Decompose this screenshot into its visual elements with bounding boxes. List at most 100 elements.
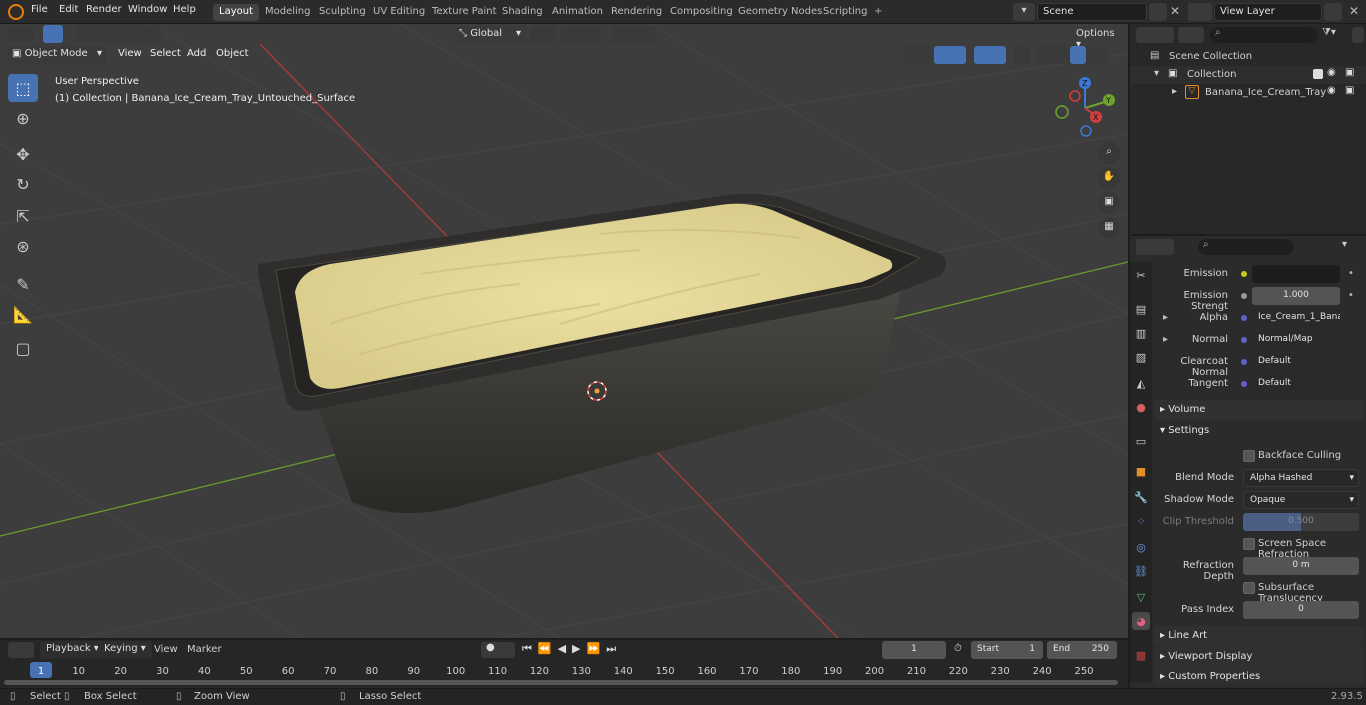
emission-color-field[interactable]	[1252, 265, 1340, 283]
shadow-mode-select[interactable]: Opaque ▾	[1243, 491, 1359, 509]
snap-icon[interactable]	[561, 26, 601, 44]
menu-select[interactable]: Select	[150, 48, 181, 59]
scene-field[interactable]: Scene	[1037, 3, 1147, 21]
eye-icon[interactable]: ◉	[1327, 85, 1336, 96]
playback-controls[interactable]: ⏮⏪◀▶⏩⏭	[522, 642, 630, 658]
tab-shading[interactable]: Shading	[496, 4, 549, 21]
transform-tool-icon[interactable]: ⊛	[8, 232, 38, 260]
render-tab-icon[interactable]: ▤	[1132, 300, 1150, 318]
line-art-panel-header[interactable]: ▸ Line Art	[1154, 626, 1364, 646]
scene-collection-row[interactable]: ▤ Scene Collection	[1130, 48, 1366, 66]
select-tool-icon[interactable]	[43, 25, 63, 43]
tab-scripting[interactable]: Scripting	[817, 4, 873, 21]
selection-mode-icon[interactable]	[77, 25, 161, 43]
cursor-tool-icon[interactable]: ⊕	[8, 104, 38, 132]
start-frame-field[interactable]: Start 1	[971, 641, 1043, 659]
timeline-scrollbar[interactable]	[4, 680, 1118, 685]
custom-properties-panel-header[interactable]: ▸ Custom Properties	[1154, 667, 1364, 685]
emission-strength-field[interactable]: 1.000	[1252, 287, 1340, 305]
socket-icon[interactable]	[1241, 381, 1247, 387]
tab-modeling[interactable]: Modeling	[259, 4, 317, 21]
current-frame-field[interactable]: 1	[882, 641, 946, 659]
viewport-display-panel-header[interactable]: ▸ Viewport Display	[1154, 647, 1364, 667]
timeline-view-menu[interactable]: View	[154, 644, 178, 655]
socket-icon[interactable]	[1241, 315, 1247, 321]
socket-icon[interactable]	[1241, 337, 1247, 343]
measure-tool-icon[interactable]: 📐	[8, 300, 38, 328]
properties-search-input[interactable]: ⌕	[1198, 239, 1294, 255]
constraints-tab-icon[interactable]: ⛓	[1132, 562, 1150, 580]
zoom-icon[interactable]: ⌕	[1098, 142, 1120, 164]
tab-compositing[interactable]: Compositing	[664, 4, 739, 21]
display-mode-icon[interactable]	[1178, 27, 1204, 43]
output-tab-icon[interactable]: ▥	[1132, 324, 1150, 342]
view-layer-tab-icon[interactable]: ▨	[1132, 348, 1150, 366]
collapse-icon[interactable]: ▾	[1154, 68, 1159, 79]
object-tab-icon[interactable]: ■	[1132, 462, 1150, 480]
filter-icon[interactable]: ⧩▾	[1322, 27, 1348, 43]
close-icon[interactable]: ✕	[1349, 4, 1359, 18]
editor-type-icon[interactable]	[8, 26, 34, 42]
menu-edit[interactable]: Edit	[59, 4, 78, 15]
overlay-toggle-icon[interactable]	[974, 46, 1006, 64]
select-box-tool-icon[interactable]: ⬚	[8, 74, 38, 102]
keyframe-dot-icon[interactable]: •	[1348, 268, 1354, 279]
keying-menu[interactable]: Keying ▾	[98, 641, 152, 659]
navigation-gizmo[interactable]: Z Y X	[1050, 76, 1120, 140]
menu-window[interactable]: Window	[128, 4, 167, 15]
collection-row[interactable]: ▾ ▣ Collection ◉ ▣	[1130, 66, 1366, 84]
expand-icon[interactable]: ▸	[1172, 86, 1177, 97]
view-layer-icon[interactable]	[1188, 3, 1212, 21]
scale-tool-icon[interactable]: ⇱	[8, 202, 38, 230]
material-tab-icon[interactable]: ◕	[1132, 612, 1150, 630]
world-tab-icon[interactable]: ●	[1132, 398, 1150, 416]
clip-threshold-slider[interactable]: 0.500	[1243, 513, 1359, 531]
outliner-search-input[interactable]: ⌕	[1210, 27, 1318, 43]
add-workspace-icon[interactable]: +	[868, 4, 888, 21]
material-preview-icon[interactable]	[1070, 46, 1086, 64]
annotate-tool-icon[interactable]: ✎	[8, 270, 38, 298]
object-row[interactable]: ▸ ▽ Banana_Ice_Cream_Tray ◉ ▣	[1130, 84, 1366, 102]
volume-panel-header[interactable]: ▸ Volume	[1154, 400, 1364, 420]
tool-tab-icon[interactable]: ✂	[1132, 266, 1150, 284]
menu-view[interactable]: View	[118, 48, 142, 59]
socket-icon[interactable]	[1241, 359, 1247, 365]
tab-geometry-nodes[interactable]: Geometry Nodes	[732, 4, 828, 21]
alpha-link-field[interactable]: Ice_Cream_1_Bana...	[1252, 309, 1340, 327]
tab-texture-paint[interactable]: Texture Paint	[426, 4, 503, 21]
options-button[interactable]: Options ▾	[1070, 26, 1128, 50]
grid-perspective-icon[interactable]: ▦	[1098, 217, 1120, 239]
tab-rendering[interactable]: Rendering	[605, 4, 668, 21]
new-collection-icon[interactable]	[1352, 27, 1364, 43]
move-tool-icon[interactable]: ✥	[8, 140, 38, 168]
marker-menu[interactable]: Marker	[187, 644, 222, 655]
outliner-editor-type-icon[interactable]	[1136, 27, 1174, 43]
scene-tab-icon[interactable]: ◭	[1132, 374, 1150, 392]
rotate-tool-icon[interactable]: ↻	[8, 170, 38, 198]
new-view-layer-icon[interactable]	[1324, 3, 1342, 21]
menu-object[interactable]: Object	[216, 48, 249, 59]
camera-render-icon[interactable]: ▣	[1345, 67, 1354, 78]
camera-icon[interactable]: ▣	[1098, 192, 1120, 214]
exclude-checkbox[interactable]	[1313, 69, 1323, 79]
pan-hand-icon[interactable]: ✋	[1098, 167, 1120, 189]
add-cube-tool-icon[interactable]: ▢	[8, 334, 38, 362]
transform-orientation-select[interactable]: ⤡ Global ▾	[455, 26, 525, 44]
menu-file[interactable]: File	[31, 4, 48, 15]
stopwatch-icon[interactable]: ⏱	[954, 643, 962, 654]
proportional-editing-icon[interactable]	[611, 26, 657, 44]
playback-menu[interactable]: Playback ▾	[40, 641, 105, 659]
clearcoat-normal-field[interactable]: Default	[1252, 353, 1340, 371]
refraction-depth-field[interactable]: 0 m	[1243, 557, 1359, 575]
settings-panel-header[interactable]: ▾ Settings	[1154, 421, 1364, 441]
tab-uv-editing[interactable]: UV Editing	[367, 4, 431, 21]
tangent-field[interactable]: Default	[1252, 375, 1340, 393]
record-icon[interactable]: ●	[481, 642, 515, 658]
properties-options-icon[interactable]: ▾	[1342, 239, 1358, 255]
eye-icon[interactable]: ◉	[1327, 67, 1336, 78]
close-icon[interactable]: ✕	[1170, 4, 1180, 18]
blend-mode-select[interactable]: Alpha Hashed ▾	[1243, 469, 1359, 487]
socket-icon[interactable]	[1241, 293, 1247, 299]
blender-logo-icon[interactable]	[8, 4, 24, 20]
menu-help[interactable]: Help	[173, 4, 196, 15]
